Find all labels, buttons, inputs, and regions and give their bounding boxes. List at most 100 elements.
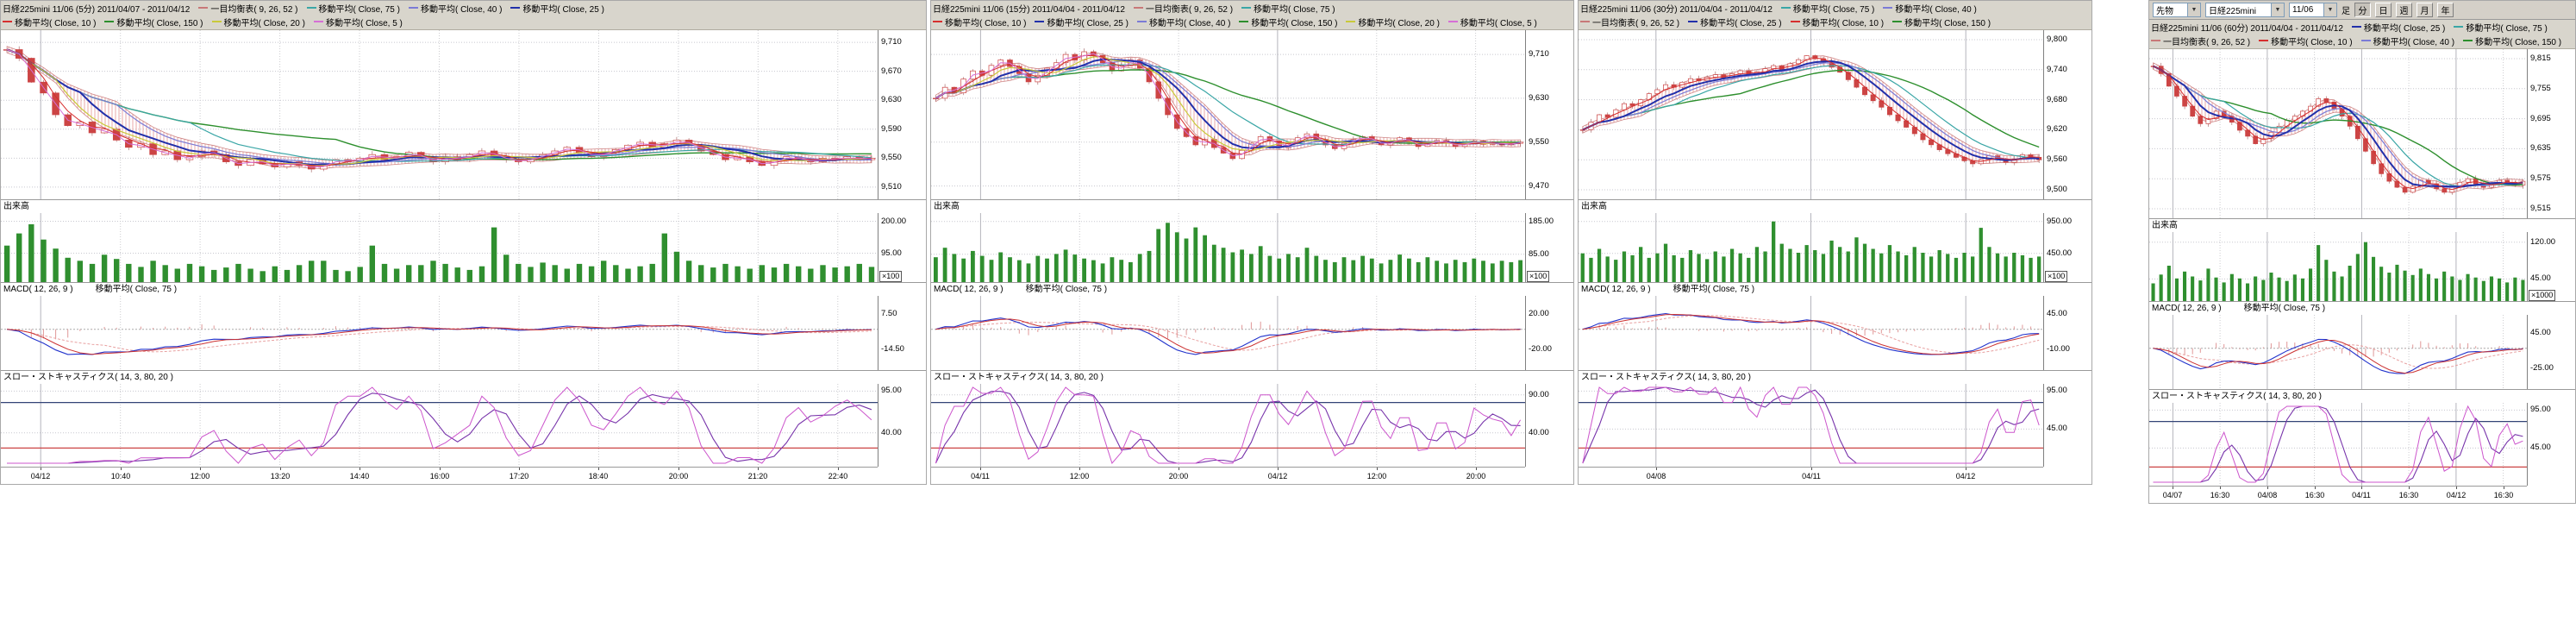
legend-item: 移動平均( Close, 5 ) <box>1448 16 1537 28</box>
stochastics-chart[interactable] <box>1 384 878 467</box>
price-axis-label: 9,575 <box>2528 174 2551 183</box>
stochastics-chart[interactable] <box>2149 403 2527 486</box>
legend-swatch <box>1241 7 1251 9</box>
legend-swatch <box>3 21 12 22</box>
ma-line-MA25 <box>2154 66 2523 187</box>
interval-button[interactable]: 週 <box>2396 3 2412 17</box>
legend-swatch <box>104 21 114 22</box>
volume-chart[interactable] <box>1 213 878 282</box>
legend-item: 移動平均( Close, 75 ) <box>307 2 400 15</box>
volume-chart[interactable] <box>2149 232 2527 301</box>
macd-chart[interactable] <box>1 296 878 370</box>
time-axis-label: 04/07 <box>2163 491 2183 499</box>
panel-title: 日経225mini 11/06 (30分) 2011/04/04 - 2011/… <box>1580 2 1773 15</box>
legend-label: 移動平均( Close, 40 ) <box>421 2 502 15</box>
macd-chart[interactable] <box>931 296 1525 370</box>
panel-header: 日経225mini 11/06 (30分) 2011/04/04 - 2011/… <box>1579 1 2091 30</box>
panel-header: 日経225mini 11/06 (15分) 2011/04/04 - 2011/… <box>931 1 1573 30</box>
time-axis: 04/1112:0020:0004/1212:0020:00 <box>931 467 1525 485</box>
legend-swatch <box>2361 40 2371 41</box>
time-tick <box>838 468 839 470</box>
volume-section-label: 出来高 <box>1 199 927 213</box>
interval-button[interactable]: 月 <box>2417 3 2433 17</box>
legend-item: 移動平均( Close, 40 ) <box>1137 16 1230 28</box>
time-tick <box>980 468 981 470</box>
time-axis-label: 04/11 <box>2352 491 2371 499</box>
price-chart[interactable] <box>2149 49 2527 218</box>
price-chart[interactable] <box>1 30 878 199</box>
macd-axis-label: 45.00 <box>2044 310 2067 318</box>
macd-chart[interactable] <box>1579 296 2043 370</box>
volume-axis-label: 450.00 <box>2044 249 2072 258</box>
legend-swatch <box>2259 40 2268 41</box>
legend-swatch <box>1781 7 1791 9</box>
legend-item: 一目均衡表( 9, 26, 52 ) <box>2151 35 2250 47</box>
price-axis-label: 9,515 <box>2528 204 2551 213</box>
ichimoku-cloud <box>2154 63 2523 193</box>
interval-button[interactable]: 分 <box>2354 3 2371 17</box>
toolbar-select-3[interactable]: 11/06▼ <box>2289 3 2337 17</box>
legend-item: 移動平均( Close, 75 ) <box>1781 2 1874 15</box>
legend-swatch <box>2352 26 2361 28</box>
ma-line-MA75 <box>2154 66 2523 186</box>
stoch-axis-label: 45.00 <box>2044 424 2067 433</box>
volume-chart[interactable] <box>1579 213 2043 282</box>
time-axis-label: 12:00 <box>191 472 210 480</box>
stochastics-chart[interactable] <box>1579 384 2043 467</box>
time-axis-label: 16:00 <box>430 472 450 480</box>
price-axis-label: 9,470 <box>1526 182 1549 191</box>
legend-swatch <box>1580 21 1590 22</box>
legend-label: 移動平均( Close, 150 ) <box>116 16 203 28</box>
stochastics-chart[interactable] <box>931 384 1525 467</box>
ma-line-MA150 <box>7 50 872 160</box>
volume-axis-label: 185.00 <box>1526 217 1554 226</box>
time-axis-label: 12:00 <box>1070 472 1090 480</box>
time-tick <box>280 468 281 470</box>
interval-button[interactable]: 年 <box>2437 3 2454 17</box>
macd-chart[interactable] <box>2149 315 2527 389</box>
time-axis-label: 13:20 <box>271 472 291 480</box>
legend-swatch <box>1791 21 1800 22</box>
time-tick <box>1278 468 1279 470</box>
volume-chart[interactable] <box>931 213 1525 282</box>
macd-axis-label: -20.00 <box>1526 345 1552 354</box>
macd-section-label: MACD( 12, 26, 9 )移動平均( Close, 75 ) <box>2149 301 2576 315</box>
time-axis: 04/1210:4012:0013:2014:4016:0017:2018:40… <box>1 467 878 485</box>
legend-swatch <box>314 21 323 22</box>
volume-unit-toggle[interactable]: ×100 <box>879 271 902 282</box>
time-tick <box>2315 487 2316 489</box>
price-chart[interactable] <box>931 30 1525 199</box>
legend-item: 移動平均( Close, 25 ) <box>2352 21 2445 34</box>
toolbar-select-2[interactable]: 日経225mini▼ <box>2205 3 2285 17</box>
toolbar-select-1[interactable]: 先物▼ <box>2153 3 2201 17</box>
volume-unit-toggle[interactable]: ×100 <box>1527 271 1549 282</box>
volume-unit-toggle[interactable]: ×1000 <box>2529 290 2555 301</box>
chart-panel-2: 日経225mini 11/06 (15分) 2011/04/04 - 2011/… <box>930 0 1574 485</box>
chevron-down-icon: ▼ <box>2323 3 2336 16</box>
price-axis-label: 9,550 <box>1526 138 1549 147</box>
legend-label: 移動平均( Close, 5 ) <box>1460 16 1537 28</box>
legend-swatch <box>409 7 418 9</box>
panel-header: 日経225mini 11/06 (5分) 2011/04/07 - 2011/0… <box>1 1 926 30</box>
stoch-axis-label: 90.00 <box>1526 391 1549 399</box>
volume-unit-toggle[interactable]: ×100 <box>2045 271 2067 282</box>
volume-axis-label: 950.00 <box>2044 217 2072 226</box>
price-axis-label: 9,510 <box>878 183 902 192</box>
price-chart[interactable] <box>1579 30 2043 199</box>
volume-axis-label: 95.00 <box>878 249 902 258</box>
legend-swatch <box>1239 21 1248 22</box>
price-axis-label: 9,500 <box>2044 185 2067 194</box>
legend-item: 移動平均( Close, 10 ) <box>2259 35 2352 47</box>
price-axis-label: 9,635 <box>2528 144 2551 153</box>
stoch-axis-label: 40.00 <box>1526 429 1549 437</box>
time-tick <box>1811 468 1812 470</box>
legend-label: 一目均衡表( 9, 26, 52 ) <box>1146 2 1233 15</box>
volume-section-label: 出来高 <box>1579 199 2092 213</box>
time-axis-label: 04/08 <box>2258 491 2278 499</box>
interval-button[interactable]: 日 <box>2375 3 2392 17</box>
legend-swatch <box>1035 21 1044 22</box>
legend-item: 移動平均( Close, 5 ) <box>314 16 403 28</box>
chevron-down-icon: ▼ <box>2271 3 2284 16</box>
legend-item: 一目均衡表( 9, 26, 52 ) <box>1134 2 1233 15</box>
macd-axis-label: -10.00 <box>2044 345 2070 354</box>
